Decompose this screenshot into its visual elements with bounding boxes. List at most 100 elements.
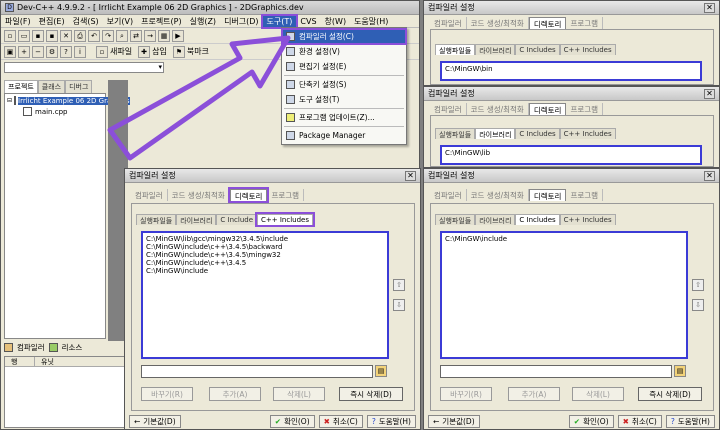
subtab-binaries[interactable]: 실행파일들	[435, 128, 476, 139]
menu-view[interactable]: 보기(V)	[103, 16, 137, 27]
cpp-include-path-5[interactable]: C:\MinGW\include	[146, 267, 384, 275]
project-remove-icon[interactable]: −	[32, 45, 44, 58]
menu-debug[interactable]: 디버그(D)	[220, 16, 262, 27]
tab-codegen[interactable]: 코드 생성/최적화	[467, 189, 529, 201]
subtab-binaries[interactable]: 실행파일들	[136, 214, 177, 225]
menu-tools[interactable]: 도구(T)	[260, 13, 299, 29]
tab-project[interactable]: 프로젝트	[4, 80, 38, 93]
c-path-input[interactable]	[440, 365, 672, 378]
delete-invalid-button[interactable]: 즉시 삭제(D)	[638, 387, 702, 401]
default-button[interactable]: ← 기본값(D)	[428, 414, 480, 428]
cpp-include-path-4[interactable]: C:\MinGW\include\c++\3.4.5	[146, 259, 384, 267]
tab-directories[interactable]: 디렉토리	[528, 17, 567, 29]
tree-root[interactable]: ⊟ Irrlicht Example 06 2D Graphics	[5, 94, 130, 107]
subtab-cpp-includes[interactable]: C++ Includes	[559, 128, 616, 139]
tab-compiler[interactable]: 컴파일러	[430, 103, 467, 115]
default-button[interactable]: ← 기본값(D)	[129, 414, 181, 428]
ok-button[interactable]: ✔ 확인(O)	[269, 414, 315, 428]
subtab-libraries[interactable]: 라이브러리	[475, 44, 516, 55]
subtab-libraries[interactable]: 라이브러리	[475, 214, 516, 225]
subtab-libraries[interactable]: 라이브러리	[475, 128, 516, 139]
cpp-include-path-1[interactable]: C:\MinGW\lib\gcc\mingw32\3.4.5\include	[146, 235, 384, 243]
move-up-icon[interactable]: ⇧	[393, 279, 405, 291]
close-icon[interactable]: ✕	[704, 88, 715, 99]
c-include-list[interactable]: C:\MinGW\include	[440, 231, 688, 359]
tab-directories[interactable]: 디렉토리	[528, 103, 567, 115]
cpp-path-input[interactable]	[141, 365, 373, 378]
subtab-binaries[interactable]: 실행파일들	[435, 44, 476, 55]
close-icon[interactable]: ✕	[704, 170, 715, 181]
move-down-icon[interactable]: ⇩	[393, 299, 405, 311]
menu-compiler-options[interactable]: 컴파일러 설정(C)	[281, 28, 407, 45]
tab-programs[interactable]: 프로그램	[566, 189, 604, 201]
tab-programs[interactable]: 프로그램	[566, 103, 604, 115]
bin-path-list[interactable]: C:\MinGW\bin	[440, 61, 702, 81]
ok-button[interactable]: ✔ 확인(O)	[568, 414, 614, 428]
col-unit[interactable]: 유닛	[35, 357, 54, 366]
subtab-c-includes[interactable]: C Include	[216, 214, 257, 225]
open-icon[interactable]: ▭	[18, 29, 30, 42]
print-icon[interactable]: ⎙	[74, 29, 86, 42]
project-add-icon[interactable]: +	[18, 45, 30, 58]
delete-invalid-button[interactable]: 즉시 삭제(D)	[339, 387, 403, 401]
delete-button[interactable]: 삭제(L)	[273, 387, 325, 401]
tab-classes[interactable]: 클래스	[37, 80, 66, 93]
tab-compiler[interactable]: 컴파일러	[131, 189, 168, 201]
subtab-cpp-includes[interactable]: C++ Includes	[559, 44, 616, 55]
bin-path[interactable]: C:\MinGW\bin	[445, 65, 697, 73]
subtab-c-includes[interactable]: C Includes	[515, 214, 560, 225]
cancel-button[interactable]: ✖ 취소(C)	[318, 414, 363, 428]
lib-path[interactable]: C:\MinGW\lib	[445, 149, 697, 157]
menu-update[interactable]: 프로그램 업데이트(Z)...	[282, 110, 406, 125]
expand-icon[interactable]: ⊟	[7, 97, 12, 104]
menu-help[interactable]: 도움말(H)	[350, 16, 392, 27]
menu-project[interactable]: 프로젝트(P)	[137, 16, 186, 27]
delete-button[interactable]: 삭제(L)	[572, 387, 624, 401]
replace-button[interactable]: 바꾸기(R)	[440, 387, 492, 401]
move-down-icon[interactable]: ⇩	[692, 299, 704, 311]
save-all-icon[interactable]: ▪	[46, 29, 58, 42]
menu-editor-options[interactable]: 편집기 설정(E)	[282, 59, 406, 74]
subtab-cpp-includes[interactable]: C++ Includes	[559, 214, 616, 225]
subtab-libraries[interactable]: 라이브러리	[176, 214, 217, 225]
tab-debug[interactable]: 디버그	[65, 80, 93, 93]
save-icon[interactable]: ▪	[32, 29, 44, 42]
subtab-c-includes[interactable]: C Includes	[515, 44, 560, 55]
tab-compiler[interactable]: 컴파일러	[430, 17, 467, 29]
cpp-include-path-2[interactable]: C:\MinGW\include\c++\3.4.5\backward	[146, 243, 384, 251]
options-icon[interactable]: ⚙	[46, 45, 58, 58]
subtab-cpp-includes[interactable]: C++ Includes	[255, 212, 315, 227]
tab-compiler-output[interactable]: 컴파일러	[17, 342, 45, 353]
menu-file[interactable]: 파일(F)	[1, 16, 35, 27]
tab-codegen[interactable]: 코드 생성/최적화	[467, 103, 529, 115]
add-button[interactable]: 추가(A)	[508, 387, 560, 401]
tab-directories[interactable]: 디렉토리	[528, 189, 567, 201]
subtab-c-includes[interactable]: C Includes	[515, 128, 560, 139]
help-button[interactable]: ? 도움말(H)	[366, 414, 416, 428]
tab-codegen[interactable]: 코드 생성/최적화	[168, 189, 230, 201]
c-include-path[interactable]: C:\MinGW\include	[445, 235, 683, 243]
browse-folder-icon[interactable]: ▤	[674, 365, 686, 377]
menu-edit[interactable]: 편집(E)	[35, 16, 69, 27]
menu-execute[interactable]: 실행(Z)	[186, 16, 220, 27]
cancel-button[interactable]: ✖ 취소(C)	[617, 414, 662, 428]
menu-search[interactable]: 검색(S)	[69, 16, 103, 27]
cpp-include-path-3[interactable]: C:\MinGW\include\c++\3.4.5\mingw32	[146, 251, 384, 259]
project-new-icon[interactable]: ▣	[4, 45, 16, 58]
tab-directories[interactable]: 디렉토리	[227, 187, 270, 203]
browse-folder-icon[interactable]: ▤	[375, 365, 387, 377]
tab-codegen[interactable]: 코드 생성/최적화	[467, 17, 529, 29]
menu-cvs[interactable]: CVS	[296, 17, 320, 26]
replace-button[interactable]: 바꾸기(R)	[141, 387, 193, 401]
menu-package-manager[interactable]: Package Manager	[282, 128, 406, 143]
close-icon[interactable]: ✕	[405, 170, 416, 181]
help-button[interactable]: ? 도움말(H)	[665, 414, 715, 428]
new-file-icon[interactable]: ▫	[4, 29, 16, 42]
col-line[interactable]: 행	[5, 357, 35, 366]
tab-compiler[interactable]: 컴파일러	[430, 189, 467, 201]
tab-programs[interactable]: 프로그램	[267, 189, 305, 201]
menu-shortcut-options[interactable]: 단축키 설정(S)	[282, 77, 406, 92]
cpp-include-list[interactable]: C:\MinGW\lib\gcc\mingw32\3.4.5\include C…	[141, 231, 389, 359]
close-icon[interactable]: ✕	[704, 2, 715, 13]
subtab-binaries[interactable]: 실행파일들	[435, 214, 476, 225]
